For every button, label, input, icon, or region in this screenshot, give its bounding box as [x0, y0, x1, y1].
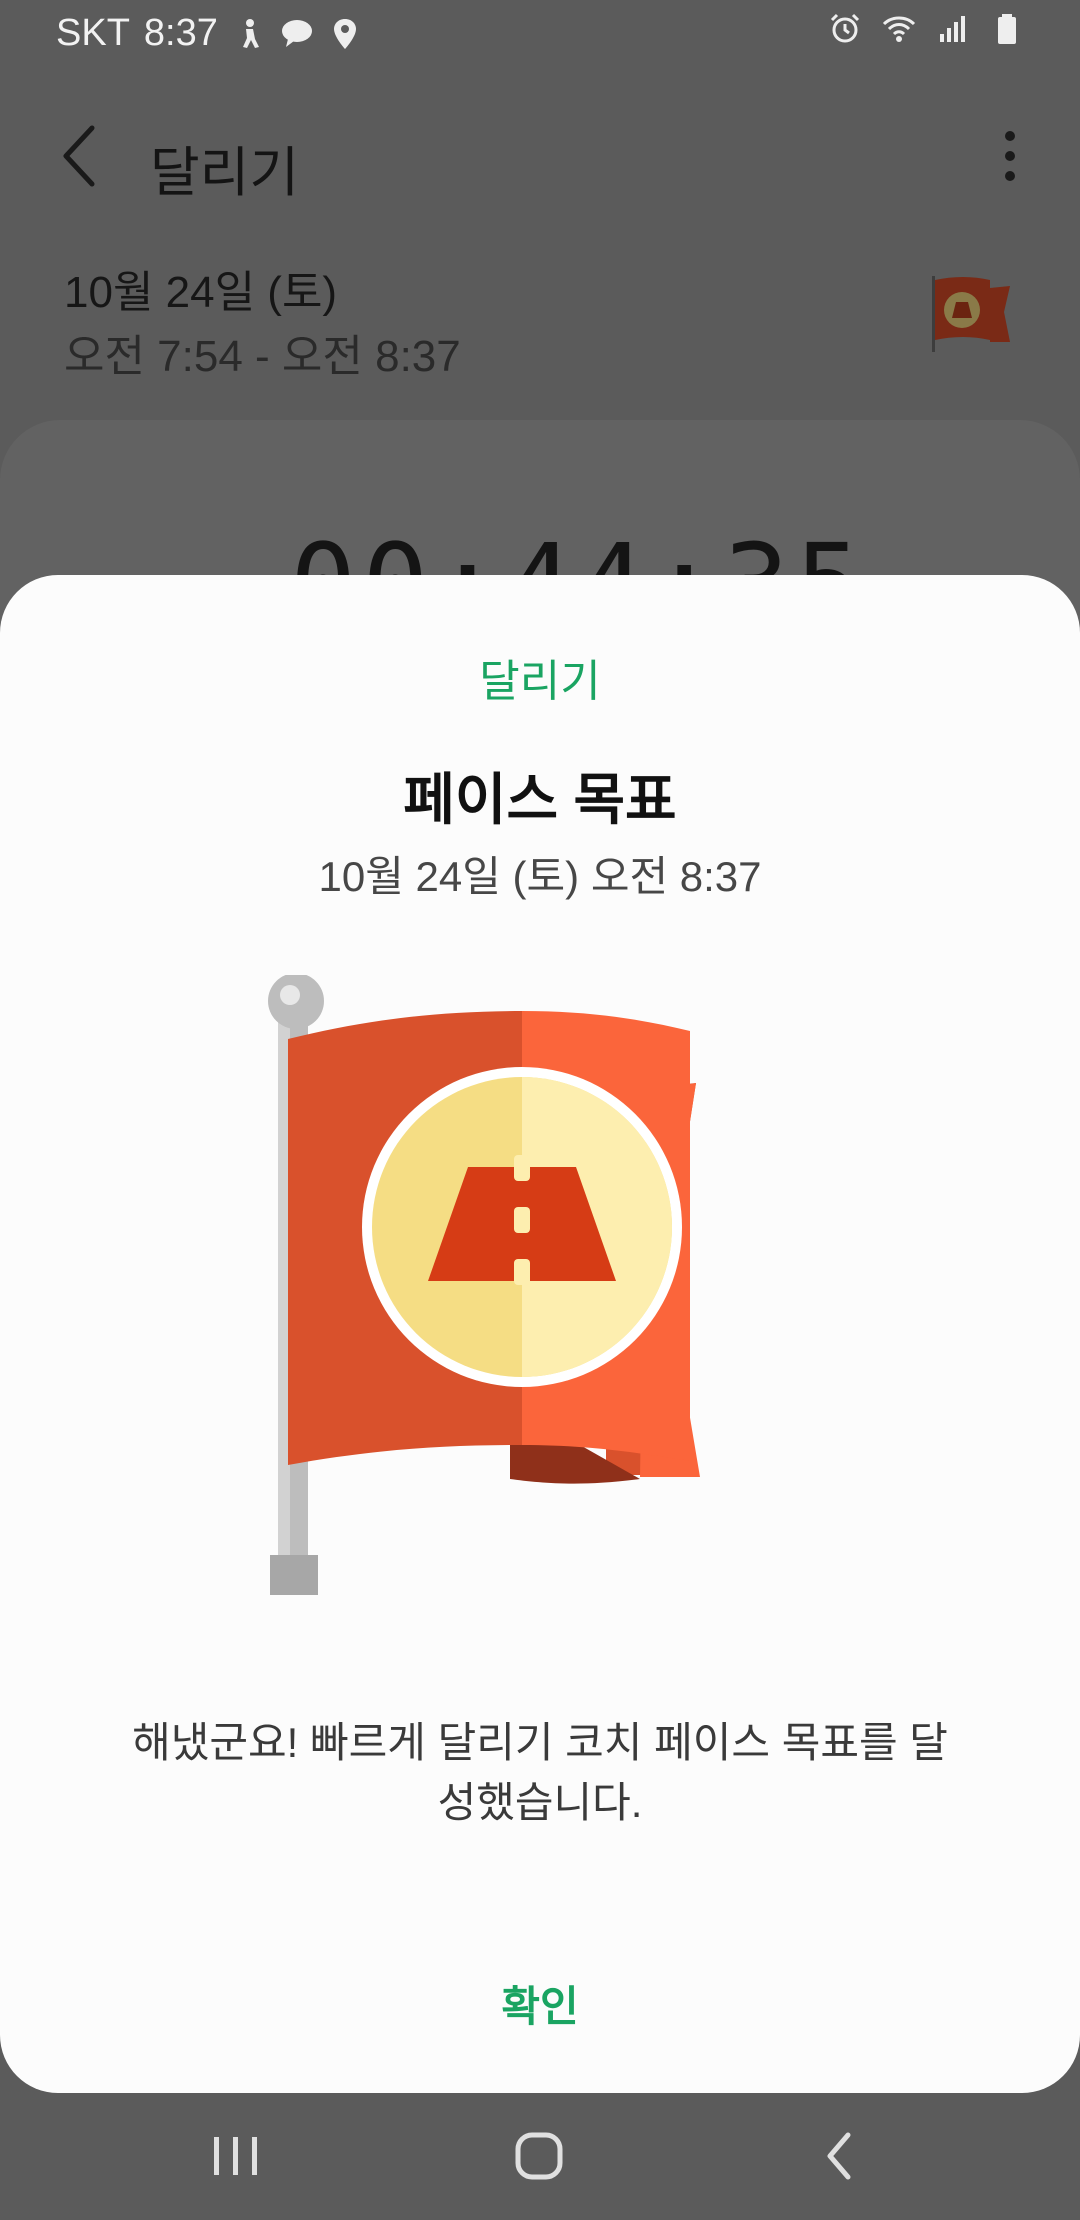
- navigation-bar: [0, 2093, 1080, 2220]
- road-flag-icon: [268, 975, 700, 1595]
- back-arrow-icon[interactable]: [52, 112, 112, 202]
- location-icon: [333, 18, 356, 49]
- achievement-dialog: 달리기 페이스 목표 10월 24일 (토) 오전 8:37 해냈군요! 빠르게…: [0, 575, 1080, 2093]
- back-icon[interactable]: [800, 2121, 880, 2191]
- alarm-icon: [830, 13, 860, 43]
- walking-icon: [242, 18, 259, 48]
- signal-icon: [940, 16, 965, 42]
- page-title: 달리기: [150, 143, 300, 203]
- status-bar: SKT 8:37: [0, 0, 1080, 66]
- clock: 8:37: [143, 12, 218, 54]
- home-icon[interactable]: [500, 2121, 580, 2191]
- dialog-app-label: 달리기: [479, 657, 601, 706]
- talk-icon: [281, 19, 312, 47]
- battery-icon: [998, 14, 1016, 44]
- app-bar: 달리기: [0, 90, 1080, 230]
- wifi-icon: [882, 16, 916, 42]
- workout-date: 10월 24일 (토): [64, 268, 338, 317]
- flag-badge-icon: [932, 276, 1010, 352]
- dialog-title: 페이스 목표: [403, 768, 677, 831]
- confirm-button[interactable]: 확인: [440, 1967, 640, 2047]
- dialog-message: 해냈군요! 빠르게 달리기 코치 페이스 목표를 달성했습니다.: [132, 1719, 948, 1826]
- carrier-label: SKT: [56, 12, 130, 54]
- more-options-icon[interactable]: [980, 112, 1040, 202]
- workout-time-range: 오전 7:54 - 오전 8:37: [64, 332, 461, 381]
- dialog-date: 10월 24일 (토) 오전 8:37: [318, 853, 762, 900]
- recent-apps-icon[interactable]: [196, 2121, 276, 2191]
